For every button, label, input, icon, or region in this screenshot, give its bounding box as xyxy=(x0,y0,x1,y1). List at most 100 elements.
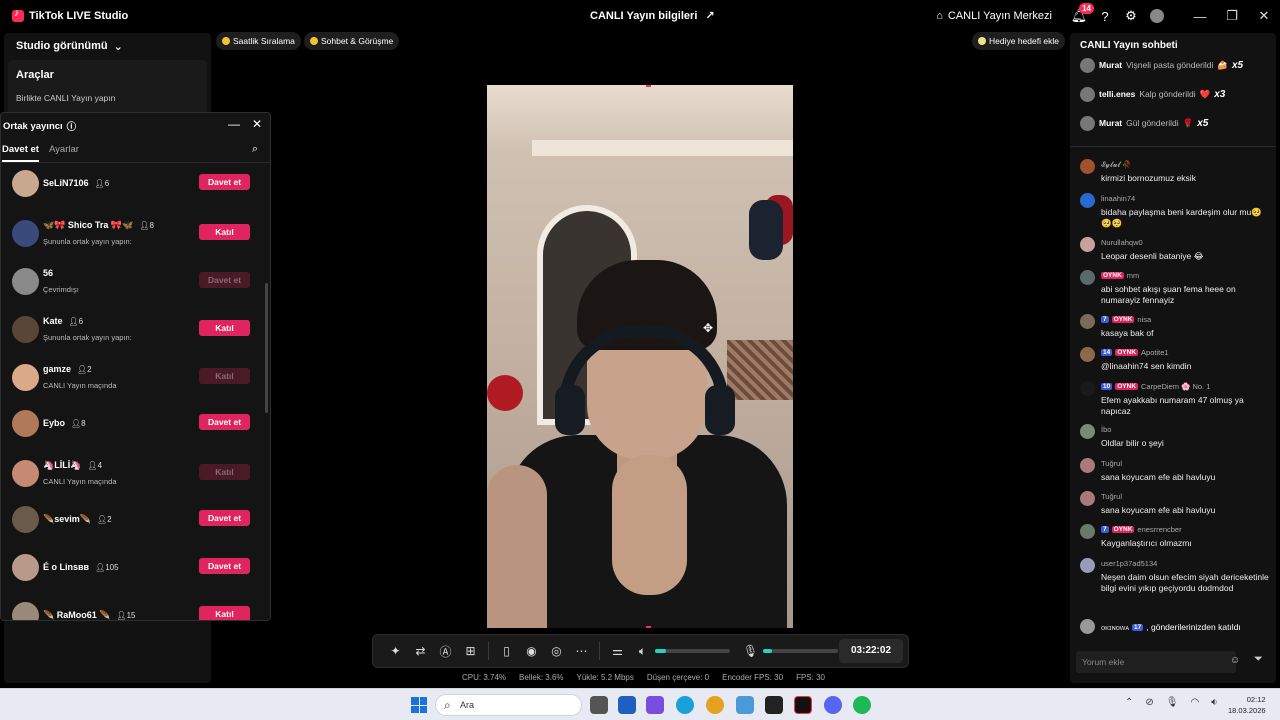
invite-button[interactable]: Davet et xyxy=(199,558,250,574)
spotify-icon[interactable] xyxy=(853,696,871,714)
join-button[interactable]: Katıl xyxy=(199,320,250,336)
microphone-icon[interactable]: 🎙︎ xyxy=(738,639,763,663)
live-video-preview[interactable]: ✥ xyxy=(487,85,793,628)
windows-start-icon[interactable] xyxy=(411,697,427,713)
hourly-ranking-pill[interactable]: Saatlik Sıralama xyxy=(216,32,301,50)
discord-icon[interactable] xyxy=(824,696,842,714)
join-button[interactable]: Katıl xyxy=(199,368,250,384)
join-button[interactable]: Katıl xyxy=(199,224,250,240)
avatar[interactable] xyxy=(1080,424,1095,439)
chat-username[interactable]: Tuğrul xyxy=(1101,492,1122,501)
record-icon[interactable]: ◉ xyxy=(519,639,544,663)
avatar[interactable] xyxy=(12,316,39,343)
add-scene-icon[interactable]: ⊞ xyxy=(458,639,483,663)
studio-view-dropdown[interactable]: Studio görünümü ⌄ xyxy=(16,40,123,53)
avatar[interactable] xyxy=(1080,381,1095,396)
ai-icon[interactable]: Ⓐ xyxy=(433,639,458,663)
chat-username[interactable]: Tuğrul xyxy=(1101,459,1122,468)
minimize-panel-button[interactable]: — xyxy=(228,117,240,131)
invite-button[interactable]: Davet et xyxy=(199,272,250,288)
avatar[interactable] xyxy=(12,602,39,620)
github-icon[interactable] xyxy=(765,696,783,714)
cohost-scrollbar[interactable] xyxy=(265,283,268,413)
avatar[interactable] xyxy=(12,554,39,581)
chrome-icon[interactable] xyxy=(706,696,724,714)
avatar[interactable] xyxy=(12,268,39,295)
taskbar-search[interactable]: Ara xyxy=(435,694,582,716)
avatar[interactable] xyxy=(12,506,39,533)
file-explorer-icon[interactable] xyxy=(590,696,608,714)
chat-username[interactable]: 𝓔𝔂𝓵𝓾𝓵 🥀 xyxy=(1101,160,1132,170)
avatar[interactable] xyxy=(1080,524,1095,539)
invite-button[interactable]: Davet et xyxy=(199,174,250,190)
tiktok-taskbar-icon[interactable] xyxy=(794,696,812,714)
join-button[interactable]: Katıl xyxy=(199,464,250,480)
chat-username[interactable]: enesrrencber xyxy=(1137,525,1181,534)
phone-icon[interactable]: ▯ xyxy=(494,639,519,663)
chat-username[interactable]: mm xyxy=(1127,271,1140,280)
live-center-button[interactable]: ⌂ CANLI Yayın Merkezi xyxy=(936,10,1052,22)
volume-slider[interactable] xyxy=(655,649,730,653)
tab-settings[interactable]: Ayarlar xyxy=(49,144,79,155)
adjust-sliders-icon[interactable]: ⚌ xyxy=(605,639,630,663)
invite-button[interactable]: Davet et xyxy=(199,414,250,430)
avatar[interactable] xyxy=(1080,237,1095,252)
search-icon[interactable]: ⌕ xyxy=(252,143,258,156)
minimize-window-button[interactable]: — xyxy=(1184,0,1216,32)
speaker-icon[interactable]: 🔈︎ xyxy=(630,639,655,663)
cohost-live-tool[interactable]: Birlikte CANLI Yayın yapın xyxy=(16,93,115,103)
invite-button[interactable]: Davet et xyxy=(199,510,250,526)
help-icon[interactable]: ? xyxy=(1092,0,1118,32)
chat-call-pill[interactable]: Sohbet & Görüşme xyxy=(304,32,400,50)
avatar[interactable] xyxy=(1080,193,1095,208)
chat-username[interactable]: CarpeDiem 🌸 No. 1 xyxy=(1141,382,1210,391)
edge-icon[interactable] xyxy=(676,696,694,714)
chat-username[interactable]: user1p37ad5134 xyxy=(1101,559,1157,568)
comment-input[interactable]: Yorum ekle xyxy=(1076,651,1236,673)
filter-icon[interactable]: ⏷ xyxy=(1254,653,1263,666)
mic-tray-icon[interactable]: 🎙︎ xyxy=(1166,697,1179,708)
avatar[interactable] xyxy=(1080,458,1095,473)
avatar[interactable] xyxy=(12,364,39,391)
notification-bell-icon[interactable]: 🔔︎ 14 xyxy=(1066,0,1094,32)
settings-app-icon[interactable] xyxy=(736,696,754,714)
close-window-button[interactable]: ✕ xyxy=(1248,0,1280,32)
avatar[interactable] xyxy=(12,460,39,487)
maximize-window-button[interactable]: ❐ xyxy=(1216,0,1248,32)
avatar[interactable] xyxy=(1080,558,1095,573)
tab-invite[interactable]: Davet et xyxy=(2,144,39,162)
taskbar-clock[interactable]: 02:12 18.03.2026 xyxy=(1228,694,1266,716)
close-panel-button[interactable]: ✕ xyxy=(252,117,262,131)
emoji-icon[interactable]: ☺ xyxy=(1230,655,1240,666)
gift-goal-pill[interactable]: Hediye hedefi ekle xyxy=(972,32,1065,50)
screenshot-icon[interactable]: ◎ xyxy=(544,639,569,663)
live-info-title[interactable]: CANLI Yayın bilgileri ↗ xyxy=(590,9,715,23)
chat-username[interactable]: Apotite1 xyxy=(1141,348,1169,357)
chevron-up-icon[interactable]: ⌃ xyxy=(1125,697,1133,708)
info-icon[interactable]: ⓘ xyxy=(67,119,77,133)
share-icon[interactable]: ↗ xyxy=(705,9,714,22)
copilot-icon[interactable] xyxy=(646,696,664,714)
chat-username[interactable]: İbo xyxy=(1101,425,1111,434)
join-button[interactable]: Katıl xyxy=(199,606,250,620)
chat-username[interactable]: nisa xyxy=(1137,315,1151,324)
avatar[interactable] xyxy=(12,410,39,437)
more-icon[interactable]: ⋯ xyxy=(569,639,594,663)
avatar[interactable] xyxy=(1080,159,1095,174)
avatar[interactable] xyxy=(1080,491,1095,506)
avatar[interactable] xyxy=(12,220,39,247)
avatar[interactable] xyxy=(1080,347,1095,362)
settings-gear-icon[interactable]: ⚙ xyxy=(1118,0,1144,32)
avatar[interactable] xyxy=(1080,270,1095,285)
chat-username[interactable]: Nurullahqw0 xyxy=(1101,238,1143,247)
mic-slider[interactable] xyxy=(763,649,838,653)
profile-avatar[interactable] xyxy=(1144,0,1170,32)
outlook-icon[interactable] xyxy=(618,696,636,714)
wifi-icon[interactable]: ◠ xyxy=(1190,697,1199,708)
chat-username[interactable]: linaahin74 xyxy=(1101,194,1135,203)
avatar[interactable] xyxy=(1080,314,1095,329)
network-icon[interactable]: ⊘ xyxy=(1145,697,1153,708)
effects-wand-icon[interactable]: ✦ xyxy=(383,639,408,663)
translate-icon[interactable]: ⇄ xyxy=(408,639,433,663)
avatar[interactable] xyxy=(12,170,39,197)
